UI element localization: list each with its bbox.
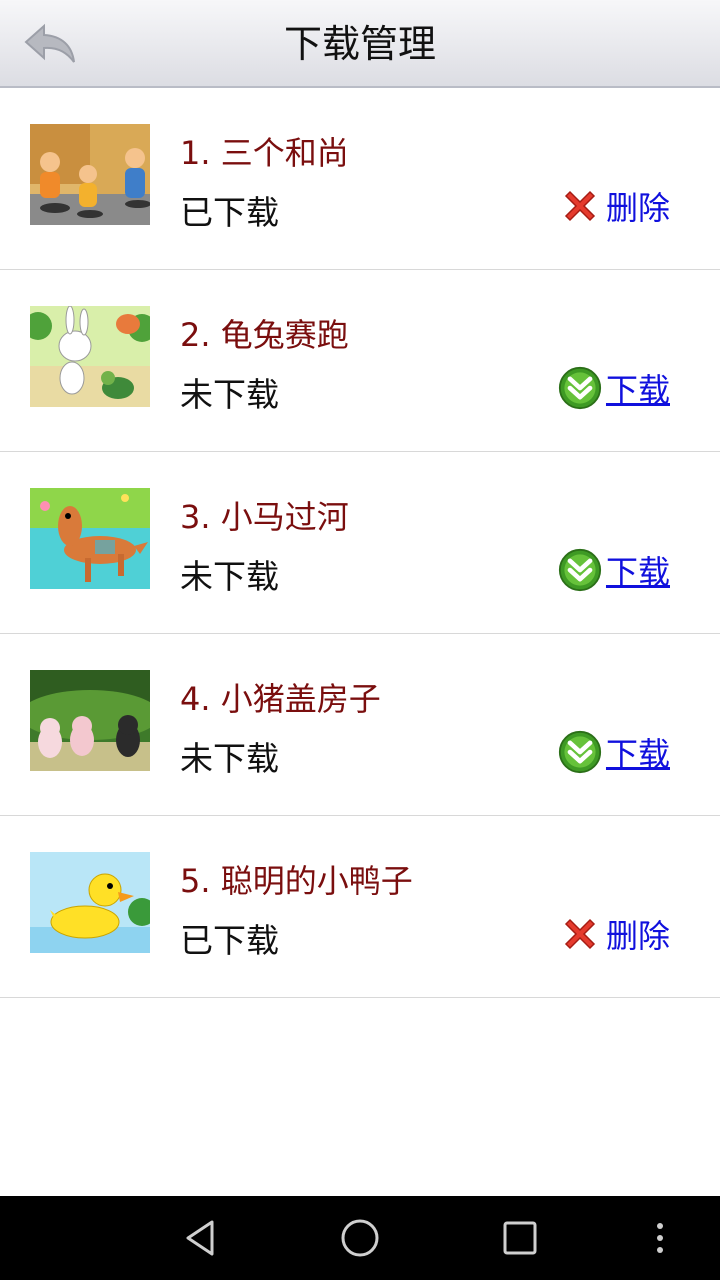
delete-button[interactable]: 删除 <box>558 184 670 228</box>
page-title: 下载管理 <box>283 22 436 66</box>
square-recents-icon <box>503 1221 537 1255</box>
item-title: 5. 聪明的小鸭子 <box>180 862 413 900</box>
item-title: 4. 小猪盖房子 <box>180 680 381 718</box>
list-item: 3. 小马过河 未下载 下载 <box>0 452 720 634</box>
download-label[interactable]: 下载 <box>606 729 670 775</box>
circle-home-icon <box>341 1219 379 1257</box>
download-button[interactable]: 下载 <box>558 548 670 592</box>
nav-home-button[interactable] <box>338 1216 382 1260</box>
nav-back-button[interactable] <box>178 1216 222 1260</box>
item-title: 1. 三个和尚 <box>180 134 349 172</box>
vertical-dots-menu-icon <box>657 1223 663 1253</box>
list-item: 1. 三个和尚 已下载 删除 <box>0 88 720 270</box>
download-button[interactable]: 下载 <box>558 730 670 774</box>
system-navigation-bar <box>0 1196 720 1280</box>
delete-label[interactable]: 删除 <box>606 911 670 957</box>
green-download-icon <box>558 548 602 592</box>
app-header: 下载管理 <box>0 0 720 88</box>
red-x-delete-icon <box>558 184 602 228</box>
download-list: 1. 三个和尚 已下载 删除 2. 龟兔赛跑 未下载 下载 3. 小马过河 未下… <box>0 88 720 998</box>
red-x-delete-icon <box>558 912 602 956</box>
list-item: 4. 小猪盖房子 未下载 下载 <box>0 634 720 816</box>
three-monks-thumbnail <box>30 124 150 225</box>
duck-thumbnail <box>30 852 150 953</box>
item-status: 未下载 <box>180 557 279 596</box>
item-title: 3. 小马过河 <box>180 498 349 536</box>
list-item: 5. 聪明的小鸭子 已下载 删除 <box>0 816 720 998</box>
item-status: 未下载 <box>180 375 279 414</box>
pigs-house-thumbnail <box>30 670 150 771</box>
item-status: 未下载 <box>180 739 279 778</box>
item-title: 2. 龟兔赛跑 <box>180 316 349 354</box>
delete-label[interactable]: 删除 <box>606 183 670 229</box>
download-label[interactable]: 下载 <box>606 547 670 593</box>
item-status: 已下载 <box>180 921 279 960</box>
list-item: 2. 龟兔赛跑 未下载 下载 <box>0 270 720 452</box>
delete-button[interactable]: 删除 <box>558 912 670 956</box>
pony-river-thumbnail <box>30 488 150 589</box>
triangle-back-icon <box>186 1220 214 1256</box>
green-download-icon <box>558 730 602 774</box>
green-download-icon <box>558 366 602 410</box>
tortoise-hare-thumbnail <box>30 306 150 407</box>
download-button[interactable]: 下载 <box>558 366 670 410</box>
item-status: 已下载 <box>180 193 279 232</box>
download-label[interactable]: 下载 <box>606 365 670 411</box>
nav-recents-button[interactable] <box>498 1216 542 1260</box>
nav-menu-button[interactable] <box>638 1216 682 1260</box>
